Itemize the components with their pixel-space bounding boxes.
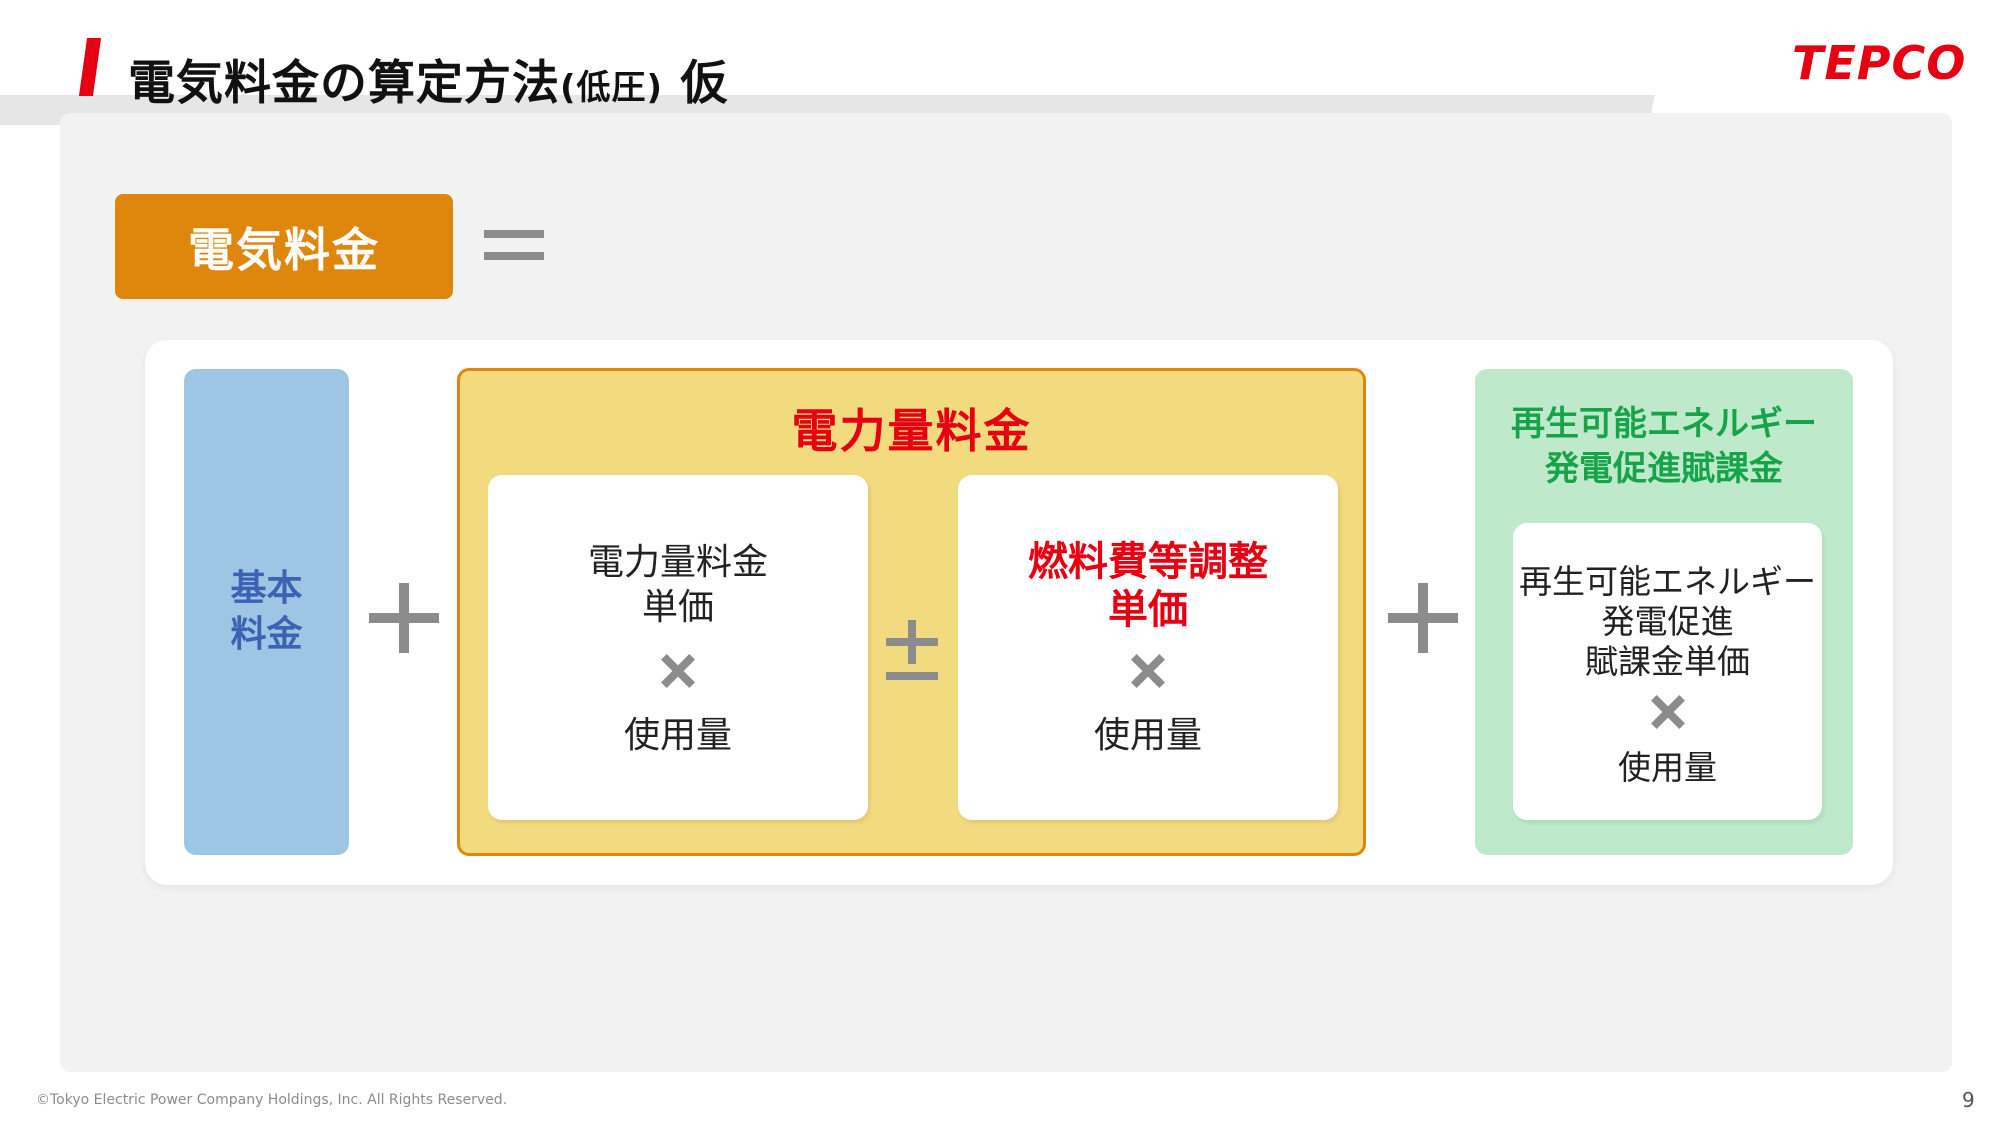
title-accent-mark: [78, 38, 102, 96]
electricity-charge-box: 電気料金: [115, 194, 453, 299]
energy-unit-card: 電力量料金 単価 使用量: [488, 475, 868, 820]
multiply-sign: [1651, 695, 1685, 729]
renewable-title-line1: 再生可能エネルギー: [1511, 404, 1817, 444]
multiply-sign: [1131, 654, 1165, 688]
renewable-levy-card: 再生可能エネルギー 発電促進 賦課金単価 使用量: [1513, 523, 1822, 820]
page-title-sub: (低圧): [560, 68, 664, 108]
renewable-card-line3: 賦課金単価: [1585, 642, 1750, 681]
fuel-adjustment-line2: 単価: [1108, 587, 1188, 633]
usage-label: 使用量: [1093, 715, 1202, 756]
plus-sign: [1388, 583, 1458, 653]
page-number: 9: [1962, 1088, 1975, 1112]
page-title: 電気料金の算定方法(低圧) 仮: [128, 44, 728, 113]
page-title-main: 電気料金の算定方法: [128, 56, 560, 111]
tepco-logo: TEPCO: [1792, 36, 1967, 90]
renewable-levy-title: 再生可能エネルギー 発電促進賦課金: [1475, 402, 1853, 492]
basic-charge-box: 基本 料金: [184, 369, 349, 855]
energy-charge-title: 電力量料金: [791, 404, 1032, 458]
renewable-title-line2: 発電促進賦課金: [1545, 449, 1783, 489]
fuel-adjustment-card: 燃料費等調整 単価 使用量: [958, 475, 1338, 820]
multiply-sign: [661, 654, 695, 688]
copyright-text: ©Tokyo Electric Power Company Holdings, …: [36, 1092, 508, 1108]
basic-charge-line2: 料金: [230, 614, 303, 655]
usage-label: 使用量: [623, 715, 732, 756]
page-title-suffix: 仮: [680, 56, 729, 111]
equals-sign: [484, 226, 544, 264]
usage-label: 使用量: [1618, 748, 1717, 787]
plus-sign: [369, 583, 439, 653]
plus-minus-sign: [886, 620, 938, 680]
energy-unit-line2: 単価: [641, 587, 714, 628]
basic-charge-line1: 基本: [230, 568, 303, 609]
